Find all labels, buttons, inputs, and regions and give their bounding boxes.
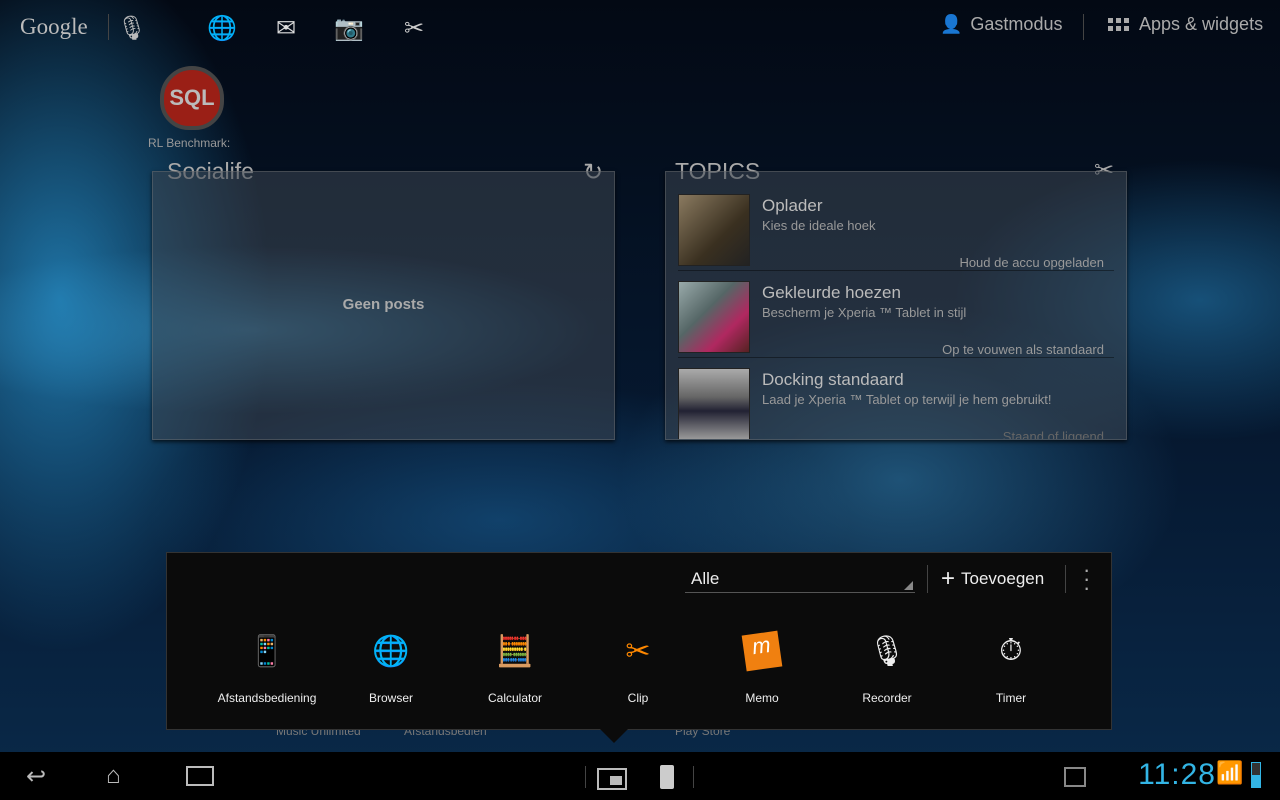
topic-tag: Op te vouwen als standaard [942,342,1104,357]
add-label: Toevoegen [961,569,1045,588]
globe-icon: 🌐 [372,634,410,668]
battery-charging-icon [1251,762,1261,788]
wifi-icon: 📶 [1216,760,1244,785]
topics-widget: Oplader Kies de ideale hoek Houd de accu… [665,171,1127,440]
plus-icon: + [941,565,956,592]
app-label: Clip [627,691,649,705]
app-label: Timer [995,691,1027,705]
topic-thumbnail [678,194,750,266]
socialife-widget[interactable]: Geen posts [152,171,615,440]
divider [693,766,694,788]
app-browser[interactable]: 🌐 Browser [331,629,451,706]
apps-widgets-label: Apps & widgets [1139,14,1264,34]
app-recorder[interactable]: 🎙 Recorder [827,629,947,706]
dropdown-corner-icon [904,581,913,590]
small-apps-popup: Alle + Toevoegen · · · 📱 Afstandsbediening 🌐… [166,552,1112,730]
apps-widgets-button[interactable]: Apps & widgets [1108,14,1263,35]
back-icon[interactable]: ↩ [26,762,46,791]
app-label: Recorder [862,691,912,705]
screenshot-notification-icon[interactable] [1064,767,1086,787]
settings-tools-icon[interactable]: ✂ [398,12,430,44]
user-icon: 👤 [940,14,963,34]
sql-app-icon[interactable]: SQL [160,66,224,130]
topic-title: Docking standaard [762,370,904,389]
divider [1083,14,1084,40]
topic-subtitle: Kies de ideale hoek [762,218,876,233]
memo-icon: m [740,629,784,673]
guest-mode-button[interactable]: 👤 Gastmodus [940,14,1062,35]
topic-tag: Staand of liggend [1002,429,1104,440]
topic-item[interactable]: Docking standaard Laad je Xperia ™ Table… [678,358,1114,440]
topic-thumbnail [678,281,750,353]
divider [1065,565,1066,593]
globe-icon[interactable]: 🌐 [206,12,238,44]
popup-pointer [600,729,628,743]
remote-icon: 📱 [248,634,286,668]
topic-subtitle: Laad je Xperia ™ Tablet op terwijl je he… [762,392,1052,407]
microphone-icon: 🎙 [867,634,907,668]
filter-dropdown[interactable]: Alle [685,563,915,593]
top-bar: Google 🎙 🌐 ✉ 📷 ✂ 👤 Gastmodus Apps & widge… [0,0,1280,55]
microphone-icon[interactable]: 🎙 [116,12,148,44]
app-label: Calculator [487,691,543,705]
clock[interactable]: 11:28 [1138,758,1216,792]
topic-thumbnail [678,368,750,439]
app-calculator[interactable]: 🧮 Calculator [455,629,575,706]
remote-shortcut-icon[interactable] [660,765,674,789]
google-search-button[interactable]: Google [20,14,88,40]
email-icon[interactable]: ✉ [270,12,302,44]
scissors-icon: ✂ [625,634,651,668]
topic-tag: Houd de accu opgeladen [959,255,1104,270]
app-afstandsbediening[interactable]: 📱 Afstandsbediening [207,629,327,706]
sql-app-label: RL Benchmark: [148,136,231,150]
app-label: Memo [745,691,779,705]
app-label: Afstandsbediening [217,691,317,705]
recent-apps-icon[interactable] [186,766,214,786]
grid-icon [1108,18,1129,31]
empty-message: Geen posts [342,296,425,313]
add-button[interactable]: + Toevoegen [941,565,1044,593]
app-label: Browser [368,691,413,705]
home-icon[interactable]: ⌂ [106,762,121,790]
guest-mode-label: Gastmodus [970,14,1063,34]
topic-title: Oplader [762,196,823,215]
calculator-icon: 🧮 [496,634,534,668]
camera-icon[interactable]: 📷 [333,12,365,44]
topic-title: Gekleurde hoezen [762,283,901,302]
topic-item[interactable]: Gekleurde hoezen Bescherm je Xperia ™ Ta… [678,271,1114,358]
app-timer[interactable]: ⏱ Timer [951,629,1071,705]
navigation-bar: ↩ ⌂ [0,752,1280,800]
topic-item[interactable]: Oplader Kies de ideale hoek Houd de accu… [678,184,1114,271]
app-memo[interactable]: m Memo [702,629,822,705]
divider [108,14,109,40]
divider [927,565,928,593]
filter-value: Alle [691,569,720,588]
app-clip[interactable]: ✂ Clip [578,629,698,706]
timer-icon: ⏱ [999,634,1023,667]
overflow-menu-icon[interactable]: · · · [1083,559,1090,599]
divider [585,766,586,788]
topic-subtitle: Bescherm je Xperia ™ Tablet in stijl [762,305,967,320]
small-apps-icon[interactable] [597,768,627,790]
